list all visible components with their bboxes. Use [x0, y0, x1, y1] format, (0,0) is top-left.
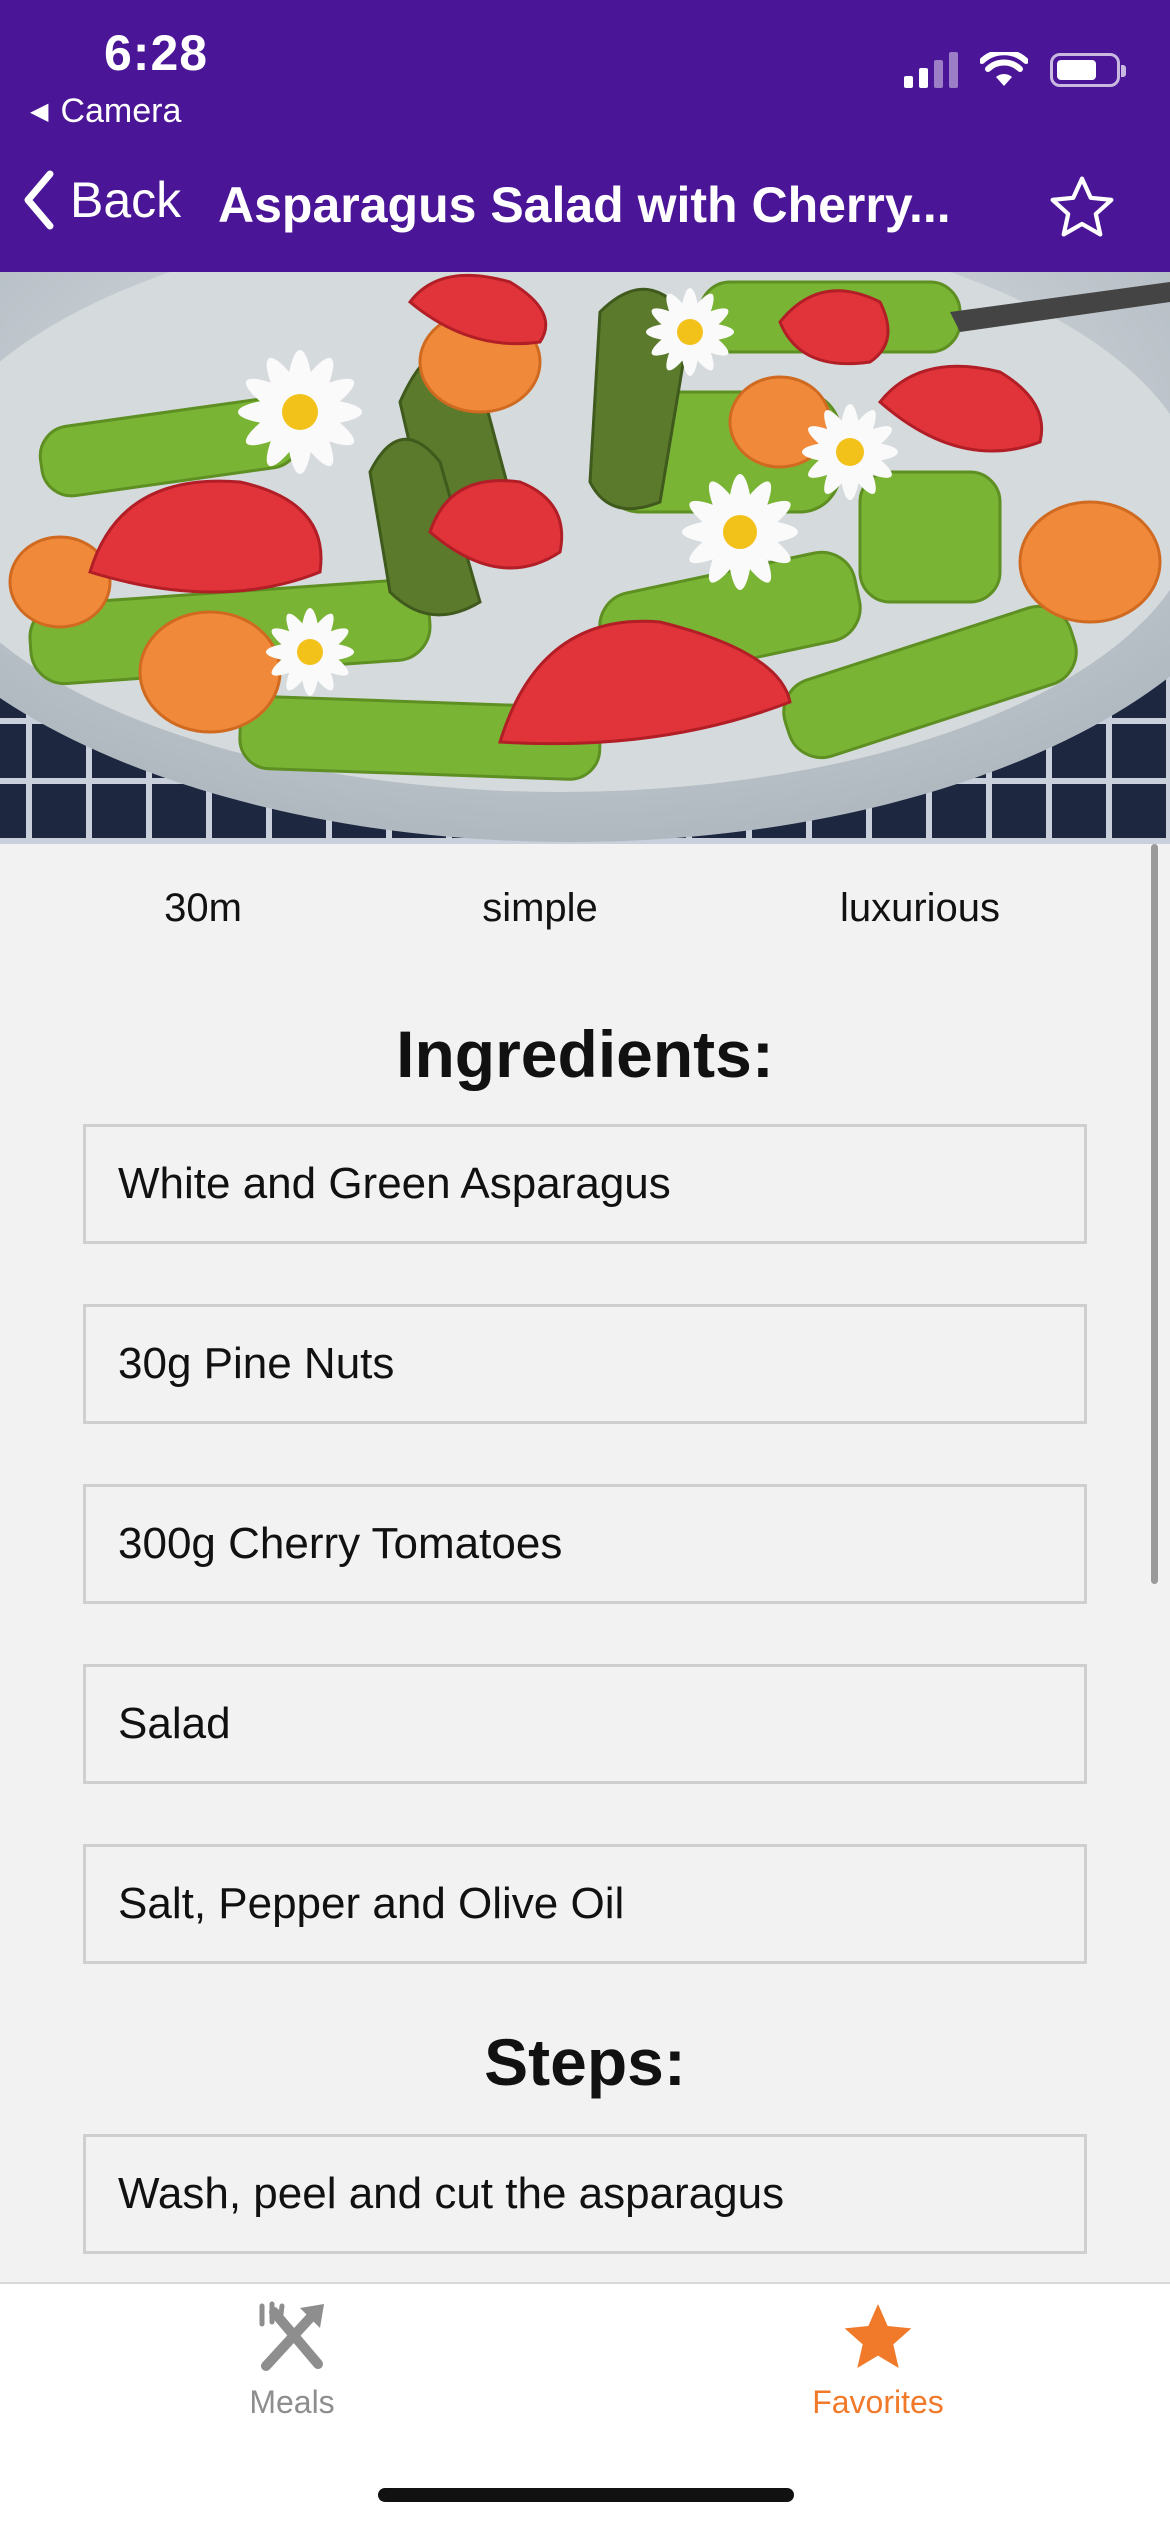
- steps-title: Steps:: [484, 2025, 686, 2099]
- step-item: Wash, peel and cut the asparagus: [83, 2134, 1087, 2254]
- tab-favorites-label: Favorites: [812, 2384, 944, 2420]
- meal-duration: 30m: [164, 886, 242, 930]
- ingredients-title: Ingredients:: [396, 1017, 774, 1091]
- scroll-indicator[interactable]: [1151, 844, 1158, 1584]
- meal-affordability: luxurious: [839, 886, 1001, 930]
- back-to-camera[interactable]: ◀ Camera: [30, 92, 181, 131]
- star-outline-icon: [1050, 176, 1114, 237]
- tab-favorites[interactable]: Favorites: [728, 2298, 1028, 2421]
- page-title: Asparagus Salad with Cherry...: [218, 177, 951, 233]
- meal-image: [0, 272, 1170, 844]
- fork-knife-icon: [259, 2301, 324, 2371]
- ingredient-item: Salt, Pepper and Olive Oil: [83, 1844, 1087, 1964]
- status-time: 6:28: [104, 25, 209, 81]
- battery-icon: [1050, 53, 1126, 87]
- meal-complexity: simple: [482, 886, 598, 930]
- back-triangle-icon: ◀: [30, 98, 49, 125]
- back-app-label: Camera: [60, 92, 182, 130]
- tab-meals-label: Meals: [249, 2384, 335, 2420]
- ingredient-item: 30g Pine Nuts: [83, 1304, 1087, 1424]
- status-icons: [904, 52, 1126, 88]
- asparagus-salad-photo: [0, 272, 1170, 844]
- star-icon: [844, 2304, 912, 2368]
- back-button[interactable]: Back: [22, 170, 181, 230]
- cellular-signal-icon: [904, 52, 958, 88]
- wifi-icon: [980, 52, 1028, 86]
- tab-meals[interactable]: Meals: [142, 2298, 442, 2421]
- favorite-toggle-button[interactable]: [1034, 160, 1130, 256]
- ingredient-item: 300g Cherry Tomatoes: [83, 1484, 1087, 1604]
- home-indicator[interactable]: [378, 2488, 794, 2502]
- header: 6:28 ◀ Camera Back Asparagus Salad with …: [0, 0, 1170, 272]
- ingredient-item: Salad: [83, 1664, 1087, 1784]
- back-label: Back: [70, 172, 182, 228]
- meal-detail-content[interactable]: 30m simple luxurious Ingredients: White …: [0, 844, 1170, 2282]
- chevron-left-icon: [24, 170, 54, 230]
- ingredient-item: White and Green Asparagus: [83, 1124, 1087, 1244]
